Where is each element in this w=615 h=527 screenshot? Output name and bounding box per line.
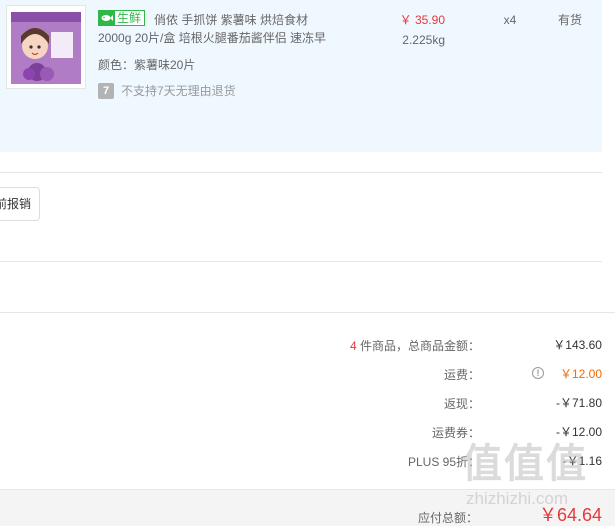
fresh-fish-icon [99, 11, 115, 25]
items-count: 4 [349, 339, 357, 353]
product-title[interactable]: 俏侬 手抓饼 紫薯味 烘焙食材 [154, 11, 308, 29]
product-title-line2[interactable]: 2000g 20片/盒 培根火腿番茄酱伴侣 速冻早 [98, 29, 326, 47]
shipping-label: 运费： [443, 368, 480, 382]
invoice-button[interactable]: 前报销 [0, 187, 40, 221]
fresh-tag-label: 生鲜 [115, 11, 145, 25]
shipping-coupon-label: 运费券： [431, 426, 480, 440]
divider [0, 312, 615, 313]
fresh-food-badge: 生鲜 [98, 10, 146, 26]
total-due-label: 应付总额： [417, 511, 478, 525]
divider [0, 172, 602, 173]
shipping-value: ￥12.00 [559, 367, 602, 381]
cashback-label: 返现： [443, 397, 480, 411]
product-thumbnail[interactable] [6, 5, 86, 89]
product-image-icon [11, 12, 81, 84]
product-color-variant: 颜色：紫薯味20片 [98, 58, 196, 72]
cashback-value: -￥71.80 [555, 396, 602, 410]
divider [0, 261, 602, 262]
items-label-text: 件商品，总商品金额： [356, 339, 480, 353]
no-return-notice: 不支持7天无理由退货 [121, 84, 236, 98]
product-quantity: x4 [503, 13, 517, 27]
plus-discount-label: PLUS 95折： [407, 455, 480, 469]
product-weight: 2.225kg [402, 33, 445, 47]
no-return-icon: 7 [98, 83, 114, 99]
shipping-coupon-value: -￥12.00 [555, 425, 602, 439]
stock-status: 有货 [557, 13, 582, 27]
items-total-value: ￥143.60 [553, 338, 602, 352]
product-price: ￥ 35.90 [399, 13, 445, 27]
watermark-logo: 值值值 [462, 442, 588, 486]
watermark-url: zhizhizhi.com [466, 489, 569, 508]
items-total-label: 4 件商品，总商品金额： [240, 337, 480, 355]
